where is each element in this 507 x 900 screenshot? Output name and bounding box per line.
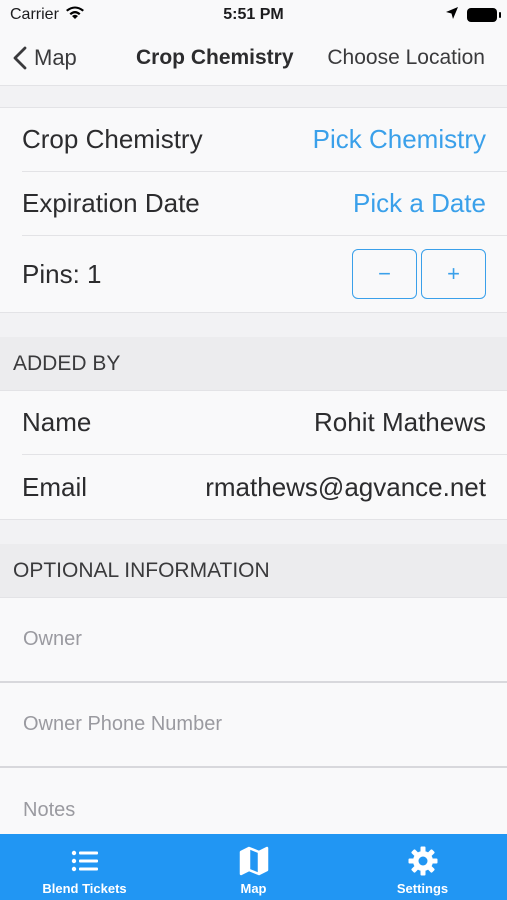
name-label: Name (22, 407, 92, 437)
owner-phone-input[interactable] (23, 713, 507, 736)
name-row: Name Rohit Mathews (22, 391, 507, 455)
owner-input[interactable] (23, 628, 507, 651)
back-label: Map (34, 44, 77, 70)
added-by-group: Name Rohit Mathews Email rmathews@agvanc… (0, 391, 507, 520)
added-by-header: ADDED BY (0, 337, 507, 391)
form-content[interactable]: Crop Chemistry Pick Chemistry Expiration… (0, 86, 507, 834)
pick-chemistry-button[interactable]: Pick Chemistry (313, 124, 486, 155)
map-icon (239, 846, 268, 875)
location-arrow-icon (445, 6, 459, 25)
crop-chemistry-label: Crop Chemistry (22, 124, 203, 154)
page-title: Crop Chemistry (136, 45, 294, 69)
status-right (445, 6, 501, 25)
tab-label: Map (240, 880, 267, 896)
decrement-button[interactable]: − (352, 249, 417, 299)
pins-label: Pins: 1 (22, 258, 102, 289)
notes-input[interactable] (23, 799, 507, 822)
owner-phone-row[interactable] (0, 683, 507, 768)
pick-date-button[interactable]: Pick a Date (353, 188, 486, 219)
navigation-bar: Map Crop Chemistry Choose Location (0, 30, 507, 86)
tab-blend-tickets[interactable]: Blend Tickets (0, 839, 169, 896)
status-bar: Carrier 5:51 PM (0, 0, 507, 30)
expiration-date-label: Expiration Date (22, 188, 200, 218)
battery-icon (467, 8, 501, 22)
tab-label: Settings (396, 880, 449, 896)
name-value: Rohit Mathews (314, 407, 486, 437)
back-button[interactable]: Map (0, 45, 77, 71)
optional-information-header: OPTIONAL INFORMATION (0, 544, 507, 598)
section-spacer (0, 520, 507, 544)
email-value: rmathews@agvance.net (205, 471, 486, 502)
owner-row[interactable] (0, 598, 507, 683)
tab-bar: Blend Tickets Map Settings (0, 834, 507, 900)
carrier-label: Carrier (10, 6, 59, 23)
chevron-left-icon (13, 46, 27, 69)
section-spacer (0, 86, 507, 108)
email-label: Email (22, 471, 88, 502)
notes-row[interactable] (0, 768, 507, 834)
section-spacer (0, 313, 507, 337)
wifi-icon (65, 6, 85, 25)
details-group: Crop Chemistry Pick Chemistry Expiration… (0, 108, 507, 313)
status-left: Carrier (10, 6, 85, 25)
tab-map[interactable]: Map (169, 839, 338, 896)
expiration-date-row[interactable]: Expiration Date Pick a Date (22, 172, 507, 236)
increment-button[interactable]: + (421, 249, 486, 299)
email-row: Email rmathews@agvance.net (22, 455, 507, 519)
crop-chemistry-row[interactable]: Crop Chemistry Pick Chemistry (22, 108, 507, 172)
pins-row: Pins: 1 − + (22, 236, 507, 312)
list-icon (71, 850, 98, 871)
tab-settings[interactable]: Settings (338, 839, 507, 896)
tab-label: Blend Tickets (42, 880, 127, 896)
gear-icon (408, 846, 437, 875)
choose-location-button[interactable]: Choose Location (327, 46, 485, 70)
pins-stepper[interactable]: − + (352, 249, 486, 299)
